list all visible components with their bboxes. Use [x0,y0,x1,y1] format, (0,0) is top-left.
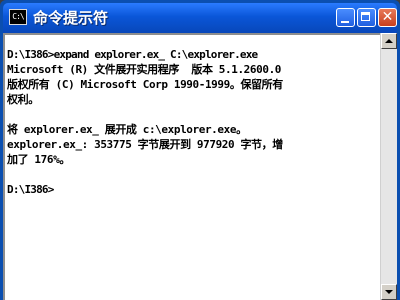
scroll-up-arrow-icon [385,39,393,43]
console-output-area[interactable]: D:\I386>expand explorer.ex_ C:\explorer.… [3,33,380,300]
command-prompt-window: C:\ 命令提示符 ✕ D:\I386>expand explorer.ex_ … [0,0,400,300]
console-line-bytes: explorer.ex_: 353775 字节展开到 977920 字节，增 [7,138,283,151]
maximize-icon [361,12,370,21]
console-line-command: D:\I386>expand explorer.ex_ C:\explorer.… [7,48,258,61]
minimize-icon [341,21,349,23]
vertical-scrollbar[interactable] [380,33,397,300]
minimize-button[interactable] [336,8,355,27]
close-icon: ✕ [381,9,394,25]
title-bar[interactable]: C:\ 命令提示符 ✕ [3,3,397,33]
console-line-copyright: 版权所有 (C) Microsoft Corp 1990-1999。保留所有 [7,78,283,91]
console-app-icon[interactable]: C:\ [9,9,27,25]
close-button[interactable]: ✕ [378,8,397,27]
console-line-rights: 权利。 [7,93,39,106]
console-line-expanding: 将 explorer.ex_ 展开成 c:\explorer.exe。 [7,123,247,136]
console-line-utility-version: Microsoft (R) 文件展开实用程序 版本 5.1.2600.0 [7,63,282,76]
scroll-up-button[interactable] [381,33,397,49]
window-title: 命令提示符 [33,9,109,27]
scroll-down-button[interactable] [381,284,397,300]
console-prompt[interactable]: D:\I386> [7,182,380,197]
maximize-button[interactable] [357,8,376,27]
console-line-increase: 加了 176%。 [7,153,70,166]
scroll-down-arrow-icon [385,290,393,294]
